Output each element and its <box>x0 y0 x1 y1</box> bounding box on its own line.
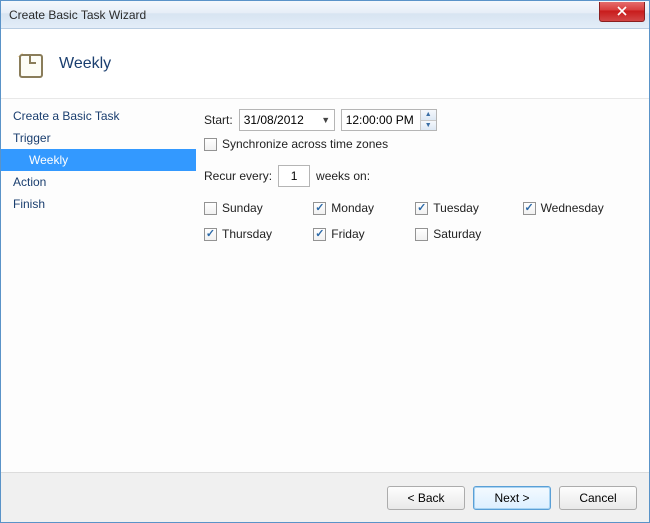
time-spin-down[interactable]: ▼ <box>421 121 436 131</box>
back-button[interactable]: < Back <box>387 486 465 510</box>
close-icon <box>617 6 627 16</box>
checkbox-icon <box>415 228 428 241</box>
wizard-body: Create a Basic TaskTriggerWeeklyActionFi… <box>1 99 649 472</box>
start-time-picker[interactable]: ▲ ▼ <box>341 109 437 131</box>
recur-label: Recur every: <box>204 169 272 183</box>
time-spinner: ▲ ▼ <box>420 110 436 130</box>
close-button[interactable] <box>599 2 645 22</box>
cancel-button[interactable]: Cancel <box>559 486 637 510</box>
checkbox-icon <box>204 138 217 151</box>
wizard-steps-sidebar: Create a Basic TaskTriggerWeeklyActionFi… <box>1 99 196 472</box>
sidebar-item-finish[interactable]: Finish <box>1 193 196 215</box>
recur-row: Recur every: weeks on: <box>204 165 637 187</box>
start-row: Start: ▼ ▲ ▼ Synchronize across time zon… <box>204 109 637 151</box>
weekday-label: Thursday <box>222 227 272 241</box>
sync-timezone-checkbox[interactable]: Synchronize across time zones <box>204 137 388 151</box>
checkbox-icon <box>415 202 428 215</box>
sync-timezone-label: Synchronize across time zones <box>222 137 388 151</box>
start-date-input[interactable] <box>240 110 318 130</box>
weekday-grid: Sunday Monday Tuesday Wednesday Thursday Frid… <box>204 201 637 241</box>
wizard-window: Create Basic Task Wizard ✦ Weekly Create… <box>0 0 650 523</box>
time-spin-up[interactable]: ▲ <box>421 110 436 121</box>
date-dropdown-icon[interactable]: ▼ <box>318 110 334 130</box>
wizard-content: Start: ▼ ▲ ▼ Synchronize across time zon… <box>196 99 649 472</box>
recur-interval-input[interactable] <box>278 165 310 187</box>
weekday-label: Monday <box>331 201 374 215</box>
checkbox-icon <box>313 228 326 241</box>
wizard-header: ✦ Weekly <box>1 29 649 99</box>
recur-suffix: weeks on: <box>316 169 370 183</box>
schedule-icon: ✦ <box>17 50 45 78</box>
window-title: Create Basic Task Wizard <box>9 8 146 22</box>
weekday-label: Wednesday <box>541 201 604 215</box>
next-button[interactable]: Next > <box>473 486 551 510</box>
weekday-label: Tuesday <box>433 201 479 215</box>
checkbox-icon <box>313 202 326 215</box>
sidebar-item-weekly[interactable]: Weekly <box>1 149 196 171</box>
start-time-input[interactable] <box>342 110 420 130</box>
checkbox-icon <box>204 202 217 215</box>
weekday-checkbox-monday[interactable]: Monday <box>313 201 393 215</box>
sidebar-item-action[interactable]: Action <box>1 171 196 193</box>
sidebar-item-trigger[interactable]: Trigger <box>1 127 196 149</box>
page-title: Weekly <box>59 55 111 73</box>
weekday-checkbox-tuesday[interactable]: Tuesday <box>415 201 500 215</box>
weekday-checkbox-saturday[interactable]: Saturday <box>415 227 500 241</box>
weekday-checkbox-friday[interactable]: Friday <box>313 227 393 241</box>
sidebar-item-create-a-basic-task[interactable]: Create a Basic Task <box>1 105 196 127</box>
wizard-footer: < Back Next > Cancel <box>1 472 649 522</box>
weekday-checkbox-thursday[interactable]: Thursday <box>204 227 291 241</box>
checkbox-icon <box>204 228 217 241</box>
checkbox-icon <box>523 202 536 215</box>
weekday-label: Saturday <box>433 227 481 241</box>
weekday-checkbox-sunday[interactable]: Sunday <box>204 201 291 215</box>
start-label: Start: <box>204 113 233 127</box>
weekday-checkbox-wednesday[interactable]: Wednesday <box>523 201 623 215</box>
titlebar[interactable]: Create Basic Task Wizard <box>1 1 649 29</box>
start-date-picker[interactable]: ▼ <box>239 109 335 131</box>
weekday-label: Friday <box>331 227 364 241</box>
weekday-label: Sunday <box>222 201 263 215</box>
